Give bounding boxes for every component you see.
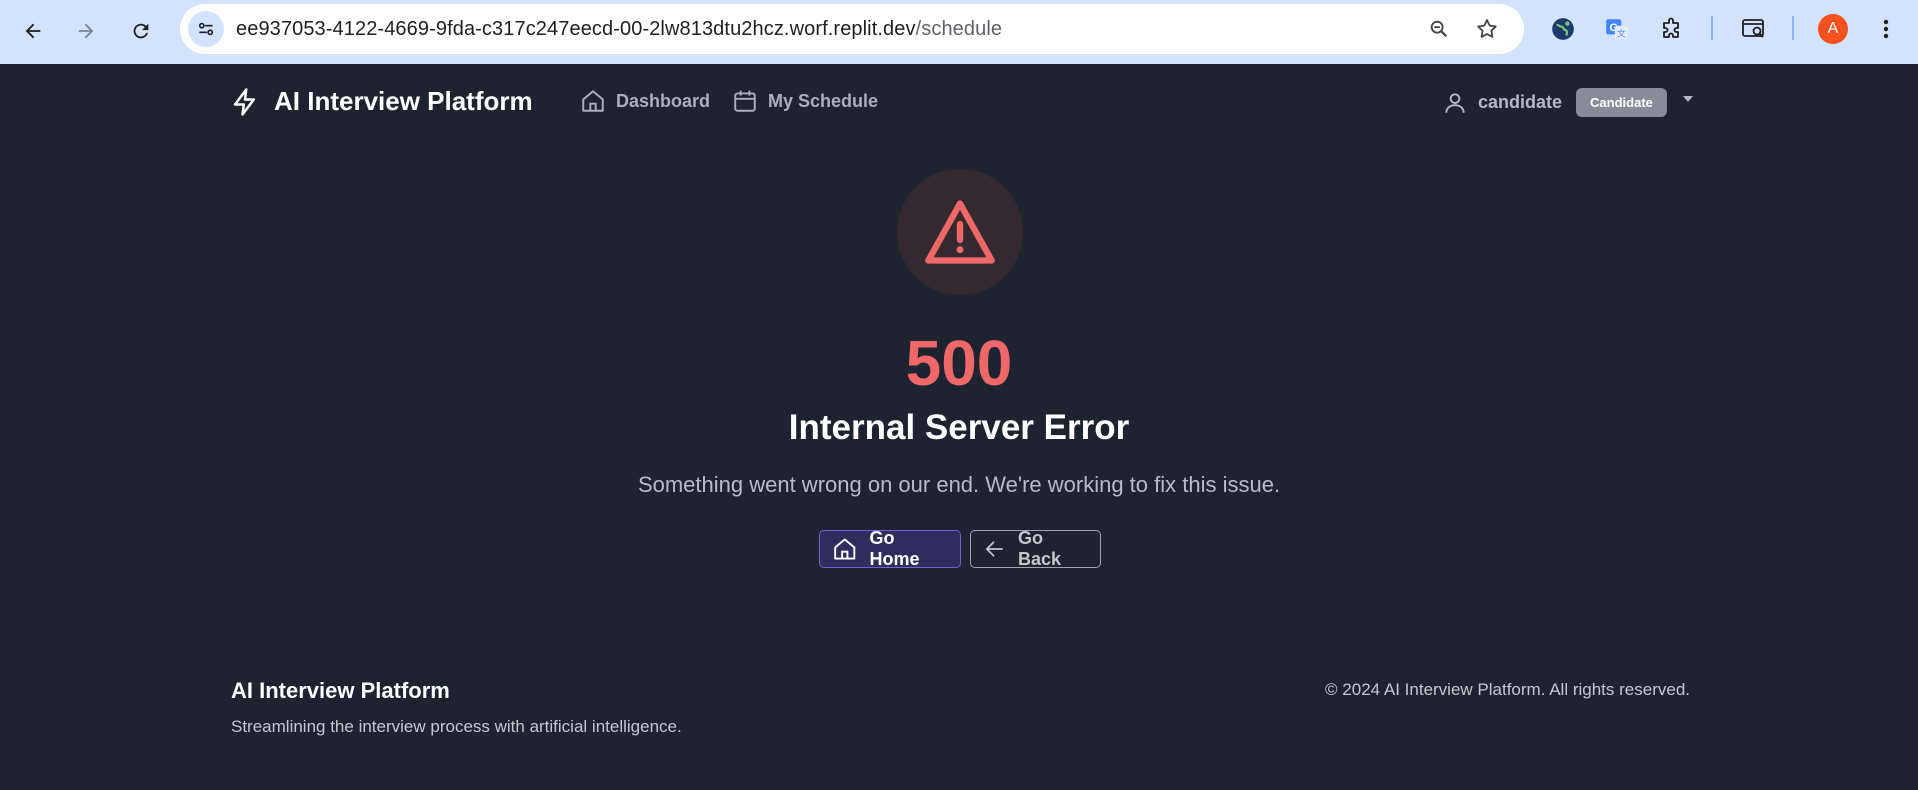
brand-link[interactable]: AI Interview Platform	[230, 86, 533, 117]
zoom-icon	[1430, 20, 1448, 38]
go-home-label: Go Home	[869, 528, 920, 569]
browser-toolbar: ee937053-4122-4669-9fda-c317c247eecd-00-…	[0, 0, 1918, 64]
app-navbar: AI Interview Platform Dashboard My Sched…	[0, 64, 1918, 144]
svg-text:文: 文	[1617, 28, 1626, 39]
toolbar-separator	[1711, 16, 1713, 40]
reload-icon	[133, 23, 149, 39]
user-icon	[1445, 92, 1465, 113]
role-badge: Candidate	[1576, 88, 1667, 117]
globe-extension-button[interactable]	[1547, 13, 1579, 45]
chevron-down-icon[interactable]	[1682, 95, 1693, 102]
site-info-button[interactable]	[188, 11, 224, 47]
url-text: ee937053-4122-4669-9fda-c317c247eecd-00-…	[236, 18, 1002, 41]
browser-menu-button[interactable]	[1870, 13, 1902, 45]
address-bar[interactable]: ee937053-4122-4669-9fda-c317c247eecd-00-…	[180, 4, 1524, 54]
forward-arrow-icon	[78, 23, 94, 39]
go-back-button[interactable]: Go Back	[970, 528, 1101, 569]
toolbar-separator	[1792, 16, 1794, 40]
error-title: Internal Server Error	[788, 408, 1130, 447]
footer-title: AI Interview Platform	[231, 678, 450, 703]
site-info-icon	[198, 22, 214, 36]
user-menu[interactable]: candidate Candidate	[1442, 88, 1693, 117]
home-icon	[582, 90, 604, 112]
home-icon	[834, 538, 856, 560]
globe-extension-icon	[1552, 18, 1574, 40]
footer-tagline: Streamlining the interview process with …	[231, 717, 682, 736]
profile-avatar[interactable]: A	[1818, 14, 1848, 44]
nav-dashboard[interactable]: Dashboard	[580, 88, 710, 114]
calendar-icon	[734, 90, 756, 112]
url-path: /schedule	[915, 18, 1003, 40]
bookmark-button[interactable]	[1472, 14, 1502, 44]
lightning-icon	[233, 87, 255, 116]
zoom-button[interactable]	[1424, 14, 1454, 44]
back-button[interactable]	[14, 12, 52, 50]
warning-triangle-icon	[925, 200, 995, 264]
nav-my-schedule[interactable]: My Schedule	[732, 88, 878, 114]
footer-copyright: © 2024 AI Interview Platform. All rights…	[1325, 680, 1690, 699]
back-arrow-icon	[25, 23, 41, 39]
more-vertical-icon	[1883, 19, 1889, 39]
bookmark-star-icon	[1477, 19, 1497, 38]
reload-button[interactable]	[122, 12, 160, 50]
forward-button[interactable]	[67, 12, 105, 50]
extensions-button[interactable]	[1656, 13, 1688, 45]
extensions-puzzle-icon	[1663, 17, 1679, 38]
error-message: Something went wrong on our end. We're w…	[637, 472, 1281, 497]
url-host: ee937053-4122-4669-9fda-c317c247eecd-00-…	[236, 18, 916, 40]
translate-extension-button[interactable]: G文	[1601, 13, 1633, 45]
go-back-label: Go Back	[1018, 528, 1062, 569]
nav-dashboard-label: Dashboard	[616, 90, 711, 111]
error-icon-circle	[897, 169, 1023, 295]
search-tab-icon	[1742, 19, 1764, 38]
translate-extension-icon: G文	[1606, 19, 1628, 39]
arrow-left-icon	[985, 541, 1004, 557]
user-name: candidate	[1478, 92, 1563, 112]
error-code: 500	[905, 327, 1013, 399]
brand-title: AI Interview Platform	[274, 86, 533, 116]
go-home-button[interactable]: Go Home	[819, 528, 961, 569]
nav-my-schedule-label: My Schedule	[768, 90, 879, 111]
tab-search-button[interactable]	[1738, 13, 1770, 45]
